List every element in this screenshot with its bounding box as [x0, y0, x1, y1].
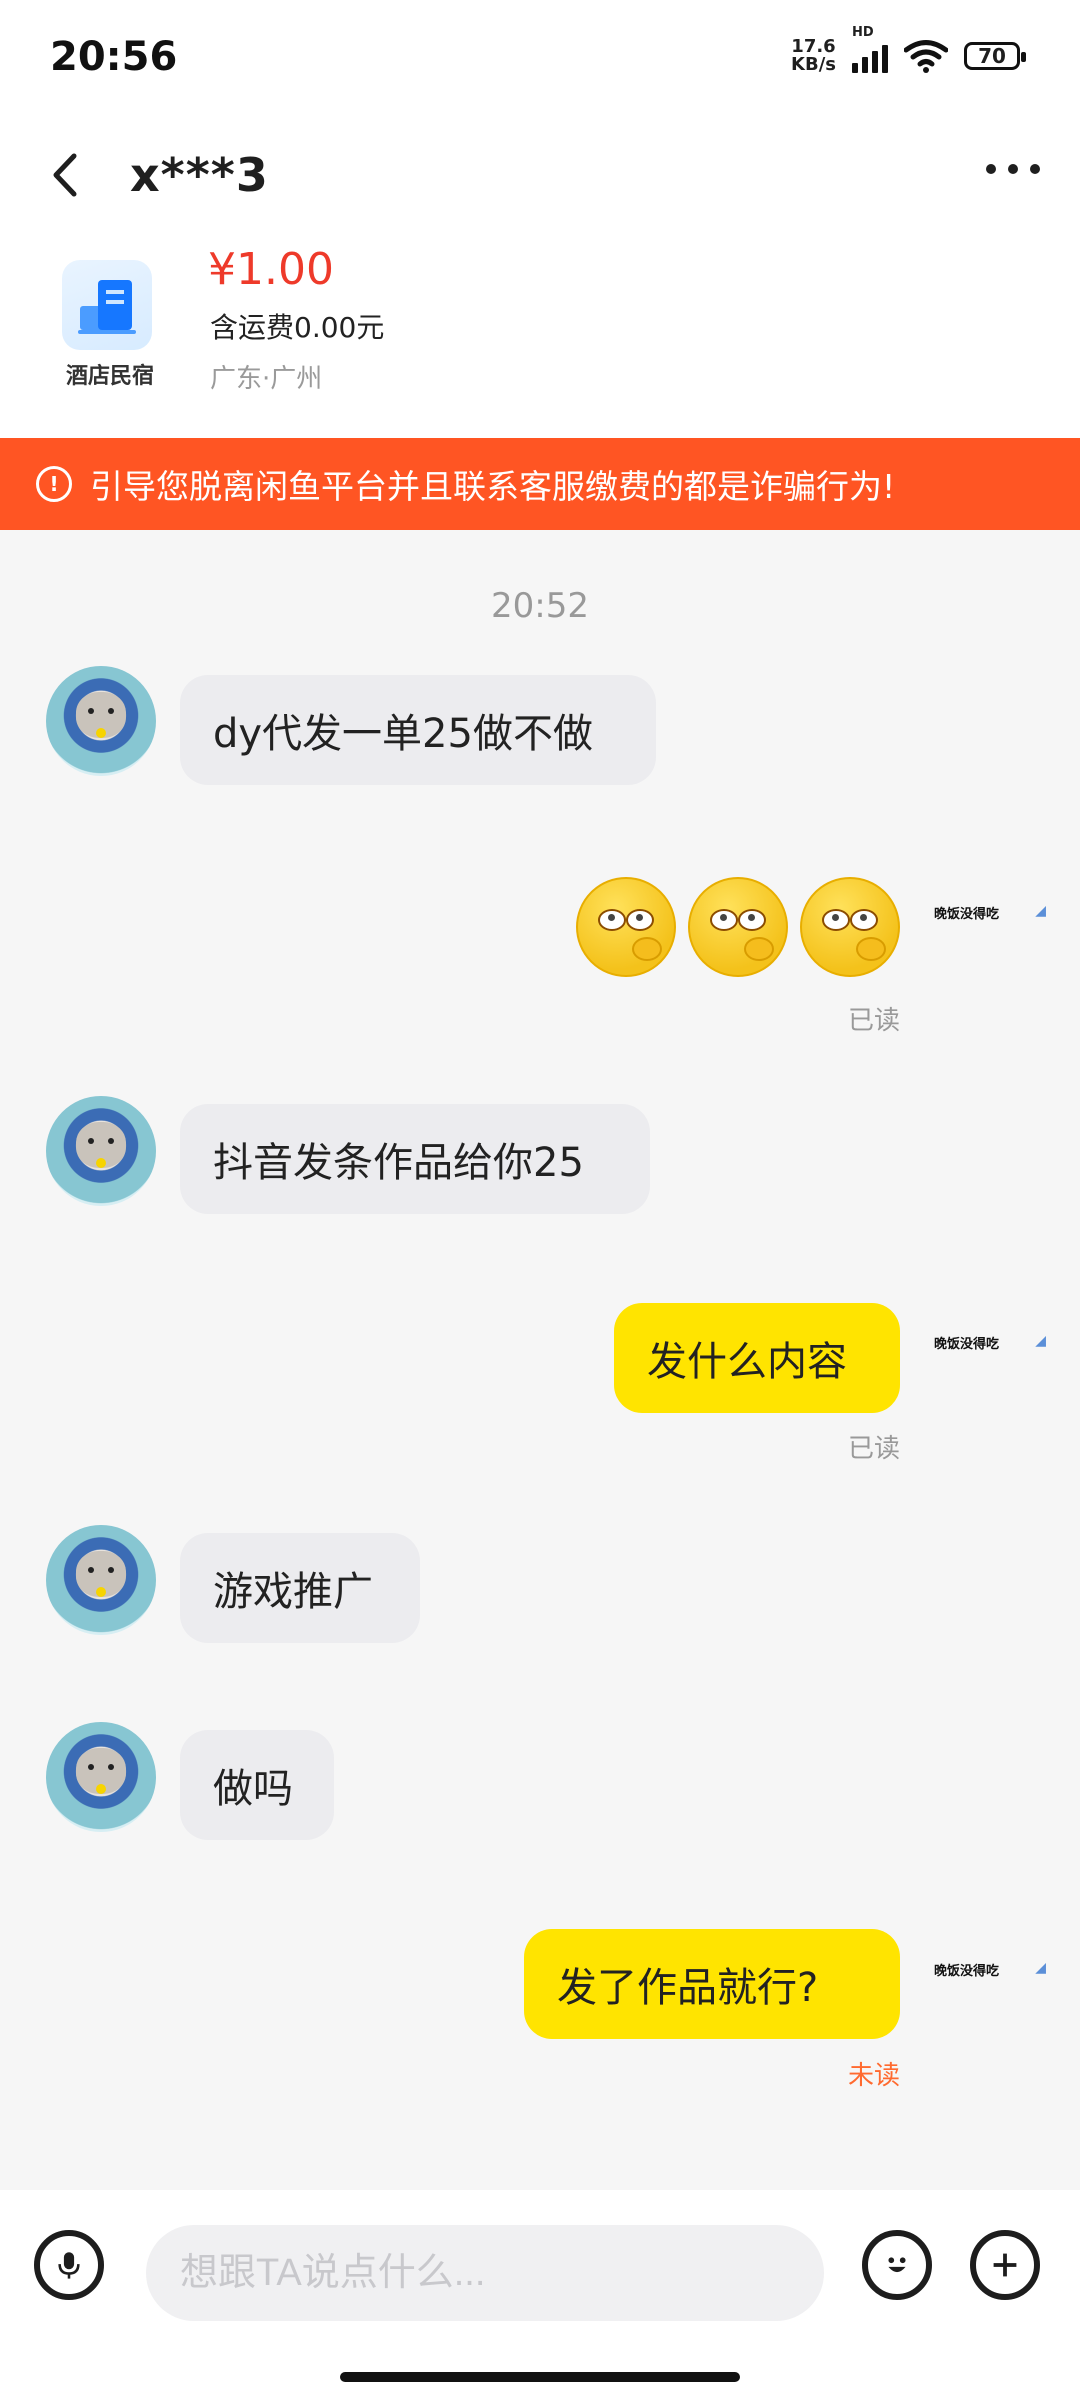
warning-text: 引导您脱离闲鱼平台并且联系客服缴费的都是诈骗行为!: [90, 467, 896, 506]
incoming-message[interactable]: dy代发一单25做不做: [180, 675, 656, 785]
product-price: ¥1.00: [208, 244, 334, 295]
message-list[interactable]: 20:52 dy代发一单25做不做 晚饭没得吃 ◢ 已读 抖音发条作品给你25 …: [0, 530, 1080, 2190]
small-fish-icon: ◢: [1035, 903, 1046, 919]
small-fish-icon: ◢: [1035, 1333, 1046, 1349]
microphone-icon[interactable]: [34, 2230, 104, 2300]
chat-title: x***3: [130, 148, 269, 202]
product-shipping: 含运费0.00元: [210, 311, 385, 344]
signal-icon: HD: [852, 25, 888, 73]
outgoing-message[interactable]: 发什么内容: [614, 1303, 900, 1413]
incoming-message[interactable]: 抖音发条作品给你25: [180, 1104, 650, 1214]
small-fish-icon: ◢: [1035, 1960, 1046, 1976]
back-chevron-icon[interactable]: [42, 150, 92, 200]
wifi-icon: [904, 40, 948, 73]
self-name: 晚饭没得吃: [934, 1337, 1000, 1352]
contact-avatar[interactable]: [46, 666, 156, 776]
hd-label: HD: [852, 25, 874, 40]
outgoing-message[interactable]: 发了作品就行?: [524, 1929, 900, 2039]
contact-avatar[interactable]: [46, 1096, 156, 1206]
home-indicator[interactable]: [340, 2372, 740, 2382]
status-bar: 20:56 17.6 KB/s HD 70: [0, 0, 1080, 120]
self-avatar-label[interactable]: 晚饭没得吃 ◢: [934, 903, 1046, 943]
contact-avatar[interactable]: [46, 1722, 156, 1832]
self-avatar-label[interactable]: 晚饭没得吃 ◢: [934, 1960, 1046, 2000]
product-location: 广东·广州: [210, 364, 323, 394]
self-name: 晚饭没得吃: [934, 907, 1000, 922]
incoming-message[interactable]: 游戏推广: [180, 1533, 420, 1643]
incoming-message[interactable]: 做吗: [180, 1730, 334, 1840]
message-timestamp: 20:52: [491, 586, 589, 626]
status-icons: 17.6 KB/s HD 70: [791, 25, 1026, 74]
message-input[interactable]: [146, 2225, 824, 2321]
warning-circle-icon: !: [36, 466, 72, 502]
more-dots-icon[interactable]: [986, 164, 1040, 174]
chat-header: x***3: [0, 120, 1080, 230]
read-status: 已读: [847, 1006, 900, 1036]
contact-avatar[interactable]: [46, 1525, 156, 1635]
read-status: 已读: [847, 1434, 900, 1464]
product-category: 酒店民宿: [65, 364, 154, 389]
message-input-bar: [0, 2190, 1080, 2400]
plus-icon[interactable]: [970, 2230, 1040, 2300]
self-name: 晚饭没得吃: [934, 1964, 1000, 1979]
product-card[interactable]: 酒店民宿 ¥1.00 含运费0.00元 广东·广州: [0, 230, 1080, 438]
status-time: 20:56: [50, 34, 178, 80]
unread-status: 未读: [847, 2061, 900, 2091]
network-speed: 17.6 KB/s: [791, 38, 836, 74]
fraud-warning-banner: ! 引导您脱离闲鱼平台并且联系客服缴费的都是诈骗行为!: [0, 438, 1080, 530]
thinking-face-emoji-icon: [800, 877, 900, 977]
hotel-category-icon: [62, 260, 152, 350]
outgoing-emoji-message[interactable]: [576, 877, 900, 977]
network-speed-unit: KB/s: [791, 54, 836, 75]
self-avatar-label[interactable]: 晚饭没得吃 ◢: [934, 1333, 1046, 1373]
thinking-face-emoji-icon: [576, 877, 676, 977]
battery-indicator: 70: [964, 42, 1026, 70]
emoji-icon[interactable]: [862, 2230, 932, 2300]
thinking-face-emoji-icon: [688, 877, 788, 977]
